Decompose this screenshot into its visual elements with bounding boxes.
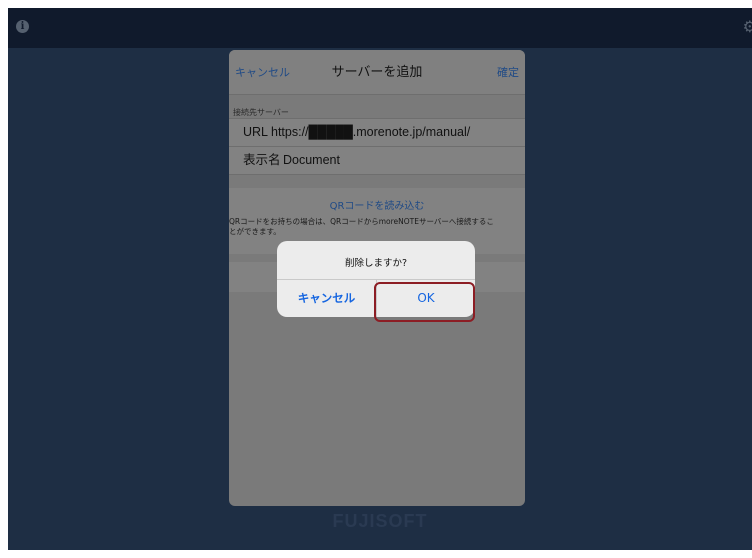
alert-message: 削除しますか? [344, 258, 408, 269]
url-value[interactable]: https://█████.morenote.jp/manual/ [271, 119, 470, 146]
section-label: 接続先サーバー [233, 108, 289, 117]
qr-desc-line1: QRコードをお持ちの場合は、QRコードからmoreNOTEサーバーへ接続するこ [229, 217, 494, 226]
read-qr-button[interactable]: QRコードを読み込む [229, 197, 525, 212]
gear-icon[interactable]: ⚙ [743, 19, 752, 35]
display-name-value[interactable]: Document [283, 147, 340, 174]
brand-logo: FUJISOFT [332, 511, 428, 531]
display-name-field[interactable]: 表示名 Document [229, 146, 525, 175]
url-label: URL [243, 125, 269, 139]
url-field[interactable]: URL https://█████.morenote.jp/manual/ [229, 118, 525, 146]
top-bar: i ⚙ [8, 8, 752, 48]
sheet-header: キャンセル サーバーを追加 確定 [229, 50, 525, 95]
info-icon[interactable]: i [16, 20, 29, 33]
qr-description: QRコードをお持ちの場合は、QRコードからmoreNOTEサーバーへ接続するこ … [229, 217, 525, 237]
header-confirm-button[interactable]: 確定 [497, 64, 519, 80]
ok-highlight-frame [374, 282, 475, 322]
qr-desc-line2: とができます。 [229, 227, 281, 236]
sheet-title: サーバーを追加 [331, 65, 423, 80]
alert-cancel-button[interactable]: キャンセル [277, 280, 376, 317]
display-name-label: 表示名 [243, 153, 281, 167]
